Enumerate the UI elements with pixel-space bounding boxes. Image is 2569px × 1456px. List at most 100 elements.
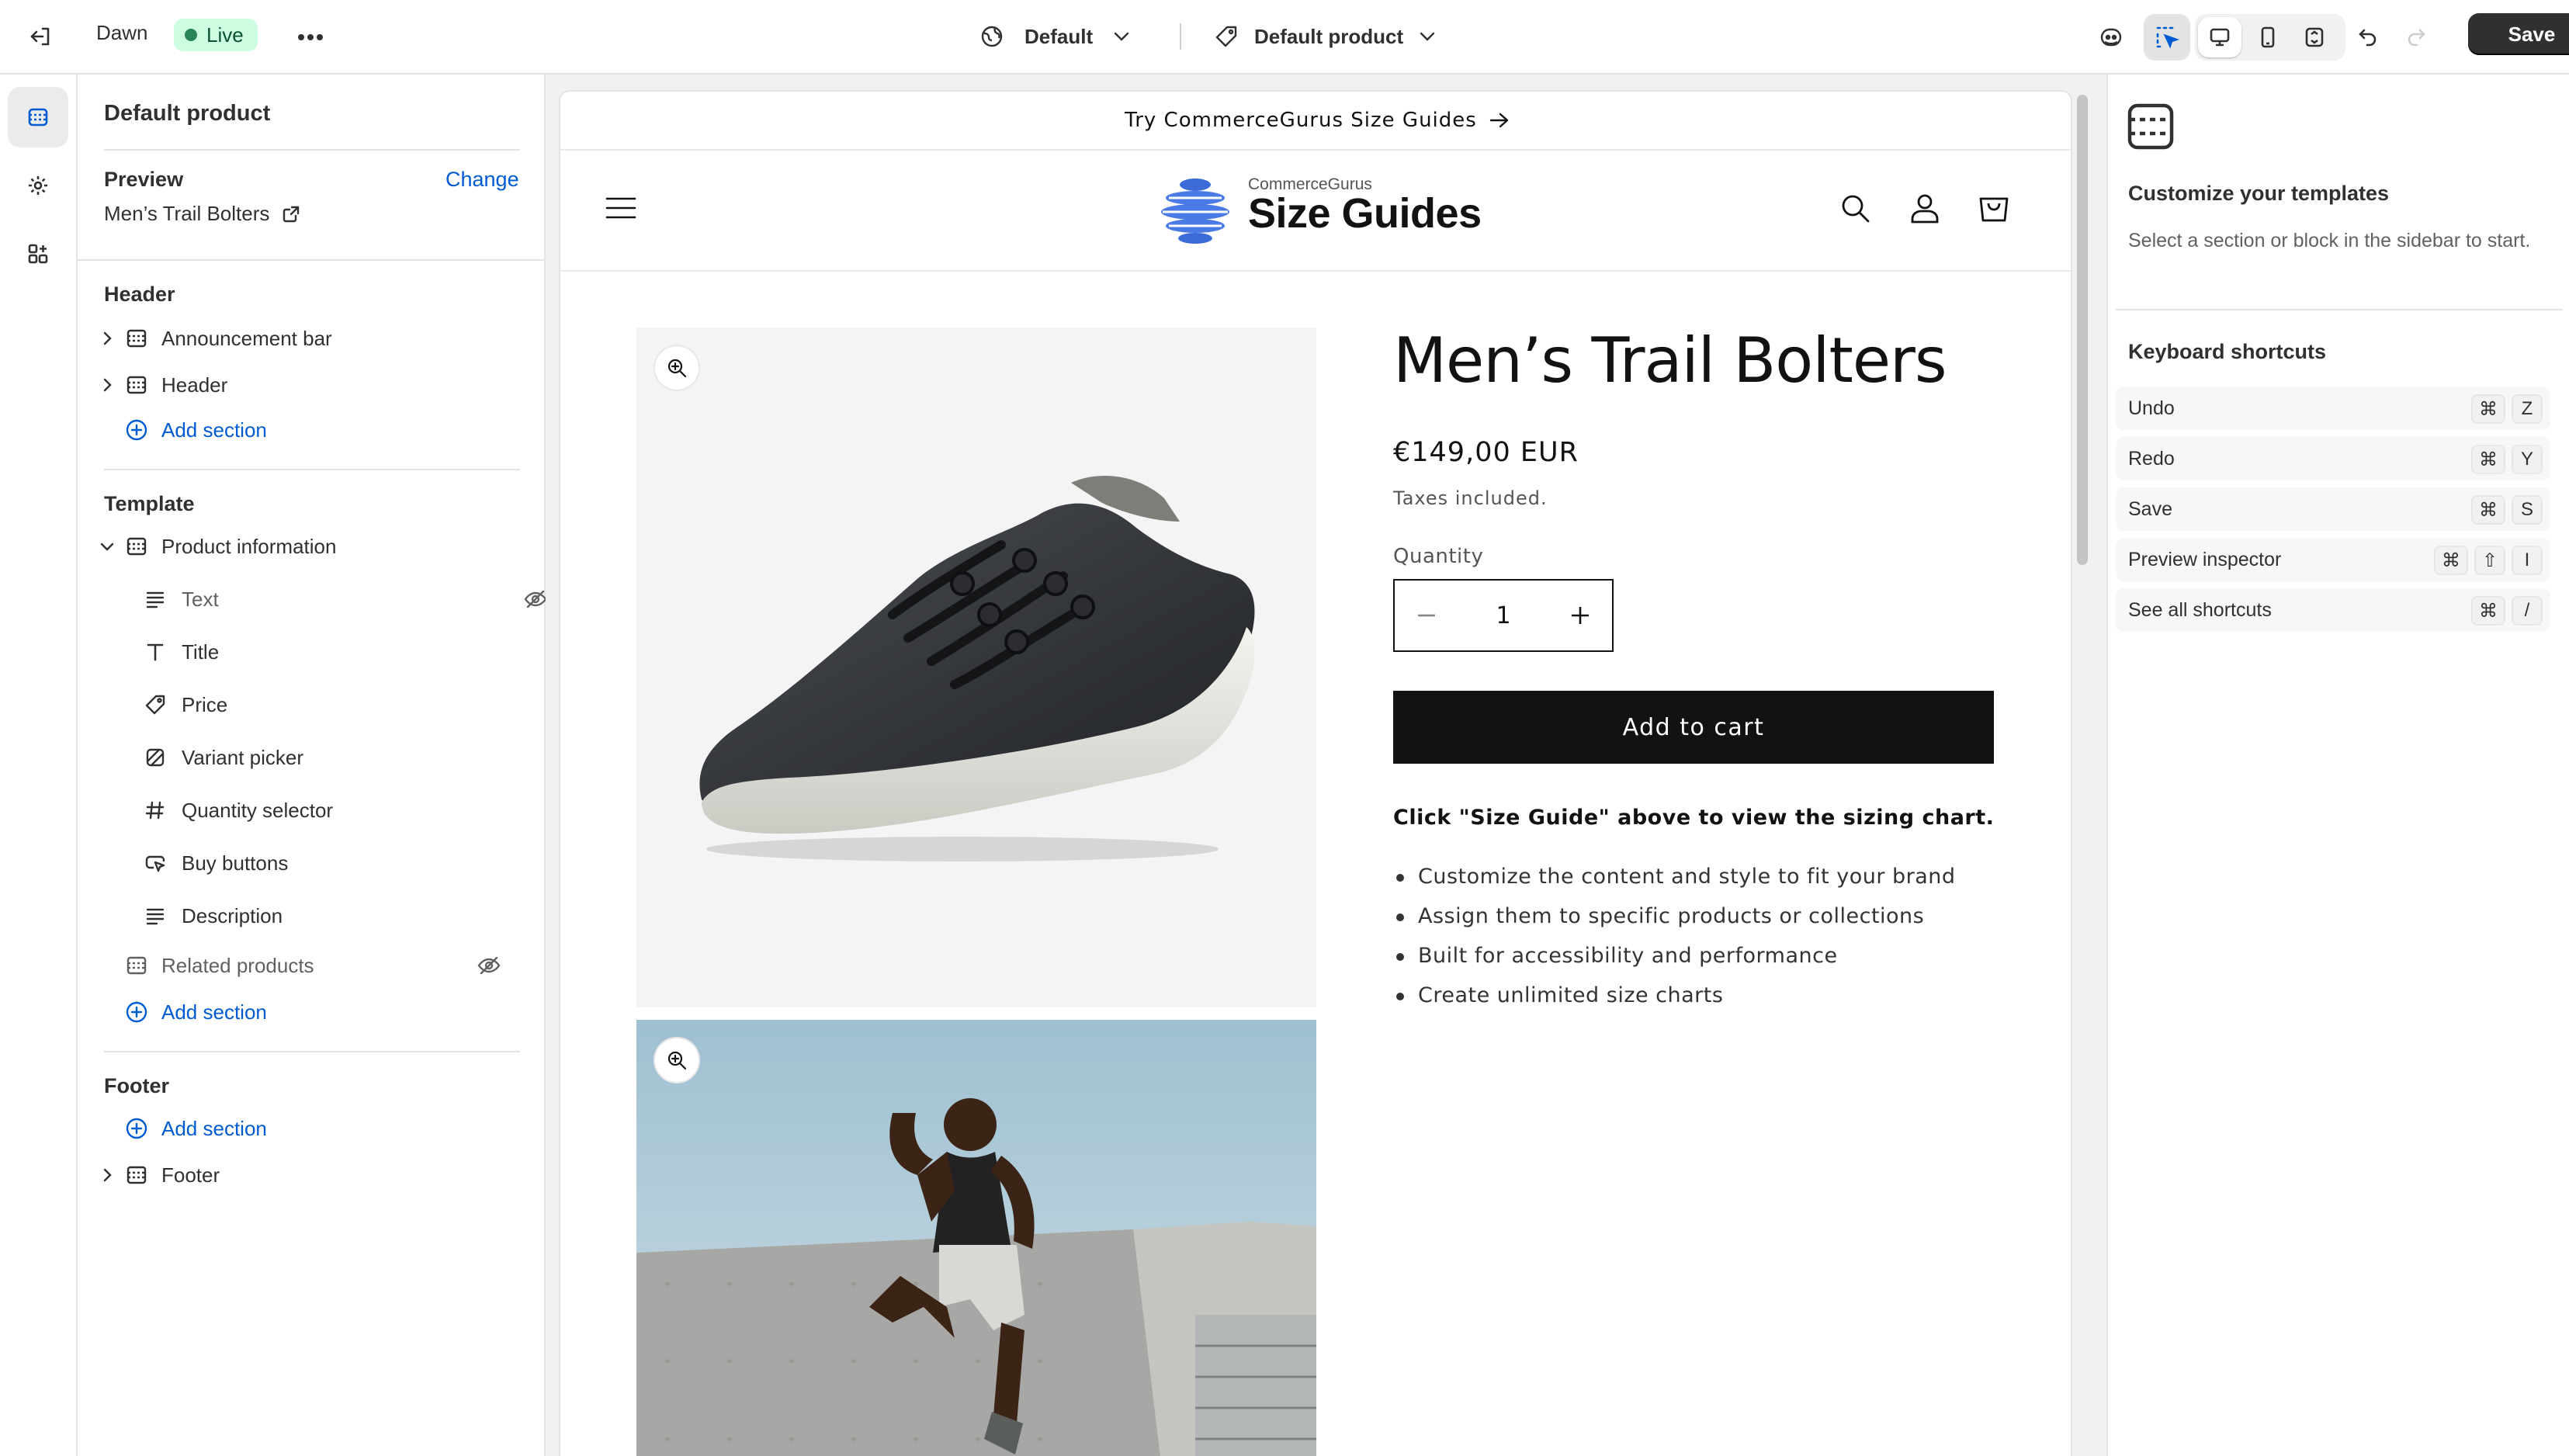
- add-section-footer-button[interactable]: Add section: [93, 1107, 528, 1150]
- hamburger-menu-icon: [605, 197, 636, 219]
- shopping-bag-icon: [1979, 197, 2009, 222]
- mobile-view-button[interactable]: [2246, 17, 2290, 57]
- zoom-button[interactable]: [655, 1038, 699, 1082]
- hash-icon: [145, 801, 165, 820]
- mobile-icon: [2261, 26, 2275, 48]
- section-item-related-products[interactable]: Related products: [93, 944, 528, 987]
- section-item-header[interactable]: Header: [93, 363, 528, 407]
- editor-icon-rail: [0, 75, 78, 1456]
- preview-scrollbar[interactable]: [2077, 95, 2088, 565]
- zoom-button[interactable]: [655, 346, 699, 390]
- feature-list: Customize the content and style to fit y…: [1393, 865, 1956, 1023]
- add-to-cart-button[interactable]: Add to cart: [1393, 691, 1994, 764]
- account-button[interactable]: [1909, 192, 1940, 224]
- product-image-athlete[interactable]: [636, 1020, 1316, 1456]
- cart-button[interactable]: [1978, 191, 2010, 224]
- list-item: Customize the content and style to fit y…: [1393, 865, 1956, 904]
- header-group-heading: Header: [104, 283, 175, 306]
- minus-icon[interactable]: [1418, 614, 1435, 617]
- redo-button[interactable]: [2395, 16, 2437, 59]
- logo-text: Size Guides: [1248, 190, 1482, 237]
- block-item-variant-picker[interactable]: Variant picker: [140, 736, 543, 779]
- save-button[interactable]: Save: [2468, 13, 2569, 55]
- desktop-view-button[interactable]: [2198, 17, 2241, 57]
- plus-circle-icon: [126, 419, 147, 441]
- announcement-bar[interactable]: Try CommerceGurus Size Guides: [560, 92, 2071, 151]
- theme-name[interactable]: Dawn: [96, 21, 147, 45]
- section-item-footer[interactable]: Footer: [93, 1153, 528, 1197]
- key-cap: ⌘: [2471, 445, 2505, 474]
- shortcut-label: Undo: [2128, 397, 2175, 419]
- desktop-icon: [2210, 28, 2230, 47]
- quantity-label: Quantity: [1393, 545, 1484, 568]
- preview-product-link[interactable]: Men’s Trail Bolters: [104, 202, 300, 226]
- hidden-eye-icon[interactable]: [477, 953, 501, 978]
- section-item-product-information[interactable]: Product information: [93, 525, 528, 568]
- hidden-eye-icon[interactable]: [523, 587, 548, 612]
- sneaker-image: [699, 475, 1255, 861]
- block-item-text[interactable]: Text: [140, 577, 547, 621]
- section-label: Footer: [161, 1163, 220, 1187]
- inspector-panel: Customize your templates Select a sectio…: [2106, 75, 2569, 1456]
- change-preview-link[interactable]: Change: [446, 168, 519, 192]
- list-item-text: Create unlimited size charts: [1418, 983, 1724, 1007]
- list-item-text: Built for accessibility and performance: [1418, 944, 1838, 968]
- tax-note: Taxes included.: [1393, 487, 1548, 509]
- chevron-right-icon: [103, 378, 112, 392]
- viewport-switcher: [2195, 14, 2345, 61]
- rail-apps-button[interactable]: [8, 224, 68, 284]
- theme-select-label: Default: [1024, 24, 1094, 48]
- logo-icon: [1161, 179, 1229, 244]
- list-item: Assign them to specific products or coll…: [1393, 904, 1956, 944]
- external-link-icon: [283, 206, 300, 222]
- quantity-input[interactable]: 1: [1496, 602, 1510, 629]
- exit-button[interactable]: [22, 17, 61, 56]
- quantity-stepper: 1: [1393, 579, 1614, 652]
- key-cap: ⌘: [2471, 495, 2505, 525]
- product-image-sneaker[interactable]: [636, 328, 1316, 1007]
- block-item-description[interactable]: Description: [140, 894, 543, 938]
- storefront-preview[interactable]: Try CommerceGurus Size Guides CommerceGu…: [559, 90, 2072, 1456]
- block-label: Quantity selector: [182, 798, 334, 822]
- block-label: Description: [182, 903, 283, 927]
- shortcuts-heading: Keyboard shortcuts: [2128, 340, 2327, 363]
- block-item-quantity-selector[interactable]: Quantity selector: [140, 789, 543, 832]
- shortcut-row-redo: Redo ⌘ Y: [2116, 437, 2550, 480]
- panel-title: Customize your templates: [2128, 182, 2390, 205]
- text-icon: [146, 908, 165, 925]
- block-item-title[interactable]: Title: [140, 630, 543, 674]
- panel-description: Select a section or block in the sidebar…: [2128, 230, 2531, 251]
- block-item-price[interactable]: Price: [140, 683, 543, 726]
- add-section-label: Add section: [161, 1116, 267, 1140]
- undo-button[interactable]: [2347, 16, 2389, 59]
- store-logo-mark[interactable]: [1158, 174, 1232, 248]
- chevron-right-icon: [103, 1168, 112, 1182]
- inspector-toggle-button[interactable]: [2144, 14, 2190, 61]
- exit-icon: [30, 27, 50, 46]
- more-actions-button[interactable]: [290, 17, 331, 57]
- ai-assistant-button[interactable]: [2089, 16, 2133, 59]
- menu-button[interactable]: [605, 196, 636, 220]
- more-horizontal-icon: [298, 34, 323, 40]
- rail-sections-button[interactable]: [8, 87, 68, 147]
- key-cap: I: [2512, 546, 2543, 575]
- sections-icon: [28, 108, 48, 127]
- add-section-template-button[interactable]: Add section: [93, 990, 528, 1034]
- rail-theme-settings-button[interactable]: [8, 155, 68, 216]
- fullscreen-view-button[interactable]: [2293, 17, 2336, 57]
- list-item-text: Assign them to specific products or coll…: [1418, 904, 1925, 928]
- add-section-header-button[interactable]: Add section: [93, 408, 528, 452]
- theme-selector[interactable]: Default: [979, 16, 1130, 57]
- section-item-announcement-bar[interactable]: Announcement bar: [93, 317, 528, 360]
- zoom-in-icon: [667, 1051, 687, 1070]
- block-item-buy-buttons[interactable]: Buy buttons: [140, 841, 543, 885]
- sections-sidebar: Default product Preview Change Men’s Tra…: [78, 75, 547, 1456]
- template-selector[interactable]: Default product: [1214, 16, 1436, 57]
- plus-icon[interactable]: [1572, 607, 1589, 624]
- athlete-image: [636, 1020, 1316, 1456]
- apps-icon: [28, 244, 48, 264]
- section-label: Announcement bar: [161, 326, 332, 350]
- shortcut-row-see-all[interactable]: See all shortcuts ⌘ /: [2116, 588, 2550, 632]
- plus-circle-icon: [126, 1118, 147, 1139]
- store-search-button[interactable]: [1839, 192, 1870, 224]
